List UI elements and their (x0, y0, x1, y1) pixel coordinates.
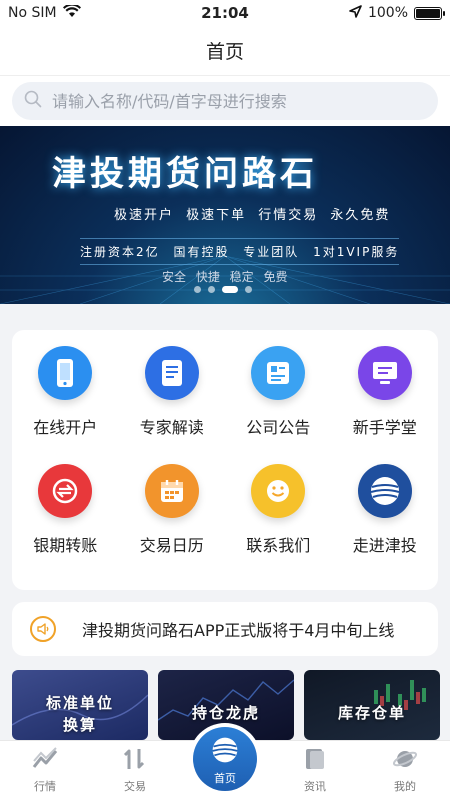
promo-banner[interactable]: 津投期货问路石 极速开户 极速下单 行情交易 永久免费 注册资本2亿 国有控股 … (0, 126, 450, 304)
grid-item-contact[interactable]: 联系我们 (225, 464, 332, 582)
carousel-dot[interactable] (194, 286, 201, 293)
announcement-text: 津投期货问路石APP正式版将于4月中旬上线 (82, 621, 395, 640)
home-center-button[interactable]: 首页 (189, 723, 261, 795)
card-title: 持仓龙虎 (191, 704, 260, 722)
wifi-icon (62, 3, 81, 22)
grid-item-announcement[interactable]: 公司公告 (225, 346, 332, 464)
news-icon (303, 747, 327, 774)
tab-trade[interactable]: 交易 (90, 741, 180, 800)
grid-item-label: 在线开户 (33, 418, 98, 437)
tab-label: 资讯 (304, 780, 326, 793)
card-title-line2: 换算 (62, 716, 97, 734)
bottom-tab-bar: 行情 交易 首页 资讯 我的 (0, 723, 450, 800)
card-unit-conversion[interactable]: 标准单位 换算 (12, 670, 148, 740)
status-bar: No SIM 21:04 100% (0, 0, 450, 26)
document-icon (144, 346, 199, 400)
function-grid: 在线开户 专家解读 公司公告 新手学堂 银期转账 交易日历 联系我们 走进津投 (12, 330, 438, 590)
tab-home[interactable]: 首页 (180, 723, 270, 800)
tab-label: 行情 (34, 780, 56, 793)
planet-icon (392, 747, 418, 774)
battery-percent: 100% (367, 5, 408, 21)
carousel-dot[interactable] (208, 286, 215, 293)
phone-icon (38, 346, 93, 400)
grid-item-label: 专家解读 (139, 418, 204, 437)
announcement-bar[interactable]: 津投期货问路石APP正式版将于4月中旬上线 (12, 602, 438, 656)
grid-item-label: 交易日历 (139, 536, 204, 555)
tab-market[interactable]: 行情 (0, 741, 90, 800)
grid-item-label: 银期转账 (33, 536, 98, 555)
grid-item-calendar[interactable]: 交易日历 (119, 464, 226, 582)
grid-item-label: 公司公告 (246, 418, 311, 437)
tab-label: 交易 (124, 780, 146, 793)
card-warehouse-receipts[interactable]: 库存仓单 (304, 670, 440, 740)
home-globe-icon (210, 735, 240, 768)
grid-item-expert[interactable]: 专家解读 (119, 346, 226, 464)
grid-item-bank-transfer[interactable]: 银期转账 (12, 464, 119, 582)
carousel-dot-active[interactable] (222, 286, 238, 293)
tab-label: 首页 (214, 771, 236, 785)
carousel-indicator[interactable] (194, 286, 252, 293)
page-title: 首页 (205, 41, 244, 63)
card-title: 标准单位 (45, 694, 114, 712)
globe-icon (357, 464, 412, 518)
banner-title: 津投期货问路石 (52, 154, 318, 194)
tab-profile[interactable]: 我的 (360, 741, 450, 800)
trade-icon (122, 747, 148, 774)
speaker-icon (30, 616, 56, 642)
grid-item-open-account[interactable]: 在线开户 (12, 346, 119, 464)
search-box[interactable] (12, 82, 438, 120)
grid-item-label: 联系我们 (246, 536, 311, 555)
transfer-icon (38, 464, 93, 518)
monitor-icon (357, 346, 412, 400)
battery-icon (414, 6, 445, 20)
banner-tagline: 安全 快捷 稳定 免费 (162, 270, 288, 284)
calendar-icon (144, 464, 199, 518)
grid-item-label: 新手学堂 (352, 418, 417, 437)
location-icon (349, 4, 362, 22)
tab-label: 我的 (394, 780, 416, 793)
tab-news[interactable]: 资讯 (270, 741, 360, 800)
banner-slogan: 极速开户 极速下单 行情交易 永久免费 (114, 208, 391, 223)
carousel-dot[interactable] (245, 286, 252, 293)
notice-icon (251, 346, 306, 400)
card-title: 库存仓单 (337, 704, 406, 722)
grid-item-beginner[interactable]: 新手学堂 (332, 346, 439, 464)
nav-bar: 首页 (0, 26, 450, 76)
search-icon (24, 90, 42, 112)
smile-icon (251, 464, 306, 518)
banner-features: 注册资本2亿 国有控股 专业团队 1对1VIP服务 (80, 238, 400, 265)
search-bar (0, 76, 450, 126)
carrier-text: No SIM (8, 5, 57, 21)
grid-item-about[interactable]: 走进津投 (332, 464, 439, 582)
grid-item-label: 走进津投 (352, 536, 417, 555)
chart-icon (32, 747, 58, 774)
search-input[interactable] (52, 91, 426, 111)
